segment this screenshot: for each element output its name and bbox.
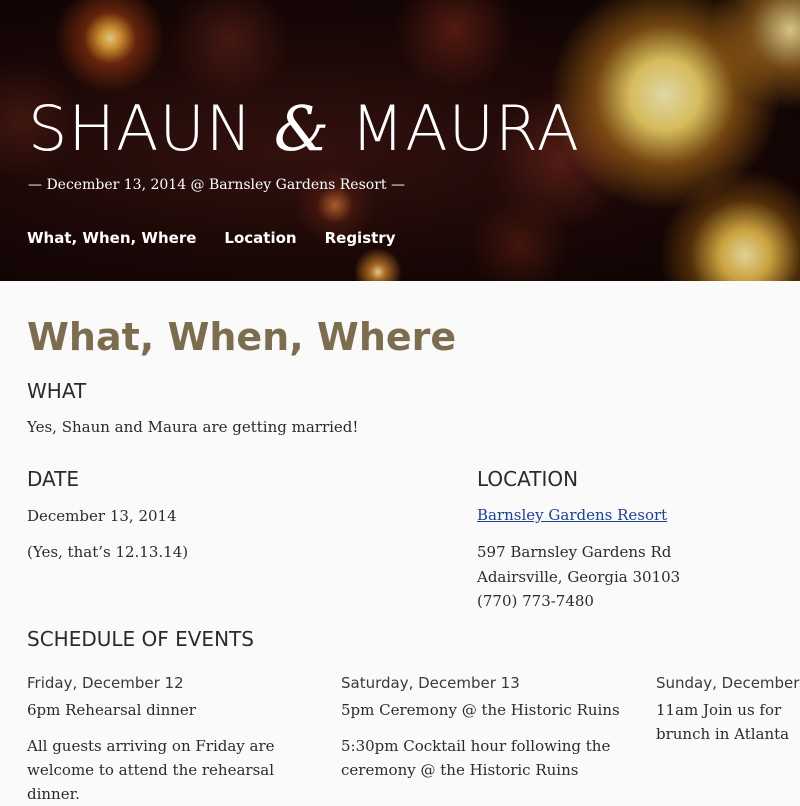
location-link-wrap: Barnsley Gardens Resort <box>477 503 667 527</box>
schedule-heading: SCHEDULE OF EVENTS <box>27 627 254 651</box>
saturday-event-cocktail: 5:30pm Cocktail hour following the cerem… <box>341 737 611 779</box>
date-text: December 13, 2014 <box>27 507 177 525</box>
what-text: Yes, Shaun and Maura are getting married… <box>27 418 359 436</box>
address-street: 597 Barnsley Gardens Rd <box>477 543 672 561</box>
address-phone: (770) 773-7480 <box>477 592 594 610</box>
site-title-first: SHAUN <box>28 92 274 165</box>
nav-location[interactable]: Location <box>224 229 296 247</box>
saturday-event-ceremony: 5pm Ceremony @ the Historic Ruins <box>341 701 620 719</box>
site-tagline: — December 13, 2014 @ Barnsley Gardens R… <box>28 177 405 193</box>
nav-what-when-where[interactable]: What, When, Where <box>27 229 196 247</box>
schedule-day-saturday: Saturday, December 13 <box>341 674 520 692</box>
main-nav: What, When, Where Location Registry <box>27 229 395 247</box>
site-title-ampersand: & <box>273 92 331 165</box>
schedule-day-friday: Friday, December 12 <box>27 674 184 692</box>
location-address: 597 Barnsley Gardens Rd Adairsville, Geo… <box>477 540 680 614</box>
friday-event-rehearsal: 6pm Rehearsal dinner <box>27 701 196 719</box>
schedule-day-sunday: Sunday, December 14 <box>656 674 800 692</box>
page-title: What, When, Where <box>27 315 457 359</box>
date-note: (Yes, that’s 12.13.14) <box>27 543 189 561</box>
site-title[interactable]: SHAUN & MAURA <box>28 98 580 160</box>
date-heading: DATE <box>27 467 80 491</box>
site-title-second: MAURA <box>330 92 581 165</box>
friday-event-note: All guests arriving on Friday are welcom… <box>27 737 275 803</box>
nav-registry[interactable]: Registry <box>325 229 396 247</box>
what-heading: WHAT <box>27 379 87 403</box>
location-heading: LOCATION <box>477 467 579 491</box>
address-city: Adairsville, Georgia 30103 <box>477 567 681 586</box>
barnsley-gardens-link[interactable]: Barnsley Gardens Resort <box>477 506 667 524</box>
header-banner: SHAUN & MAURA — December 13, 2014 @ Barn… <box>0 0 800 281</box>
sunday-event-brunch: 11am Join us for brunch in Atlanta <box>656 701 790 743</box>
